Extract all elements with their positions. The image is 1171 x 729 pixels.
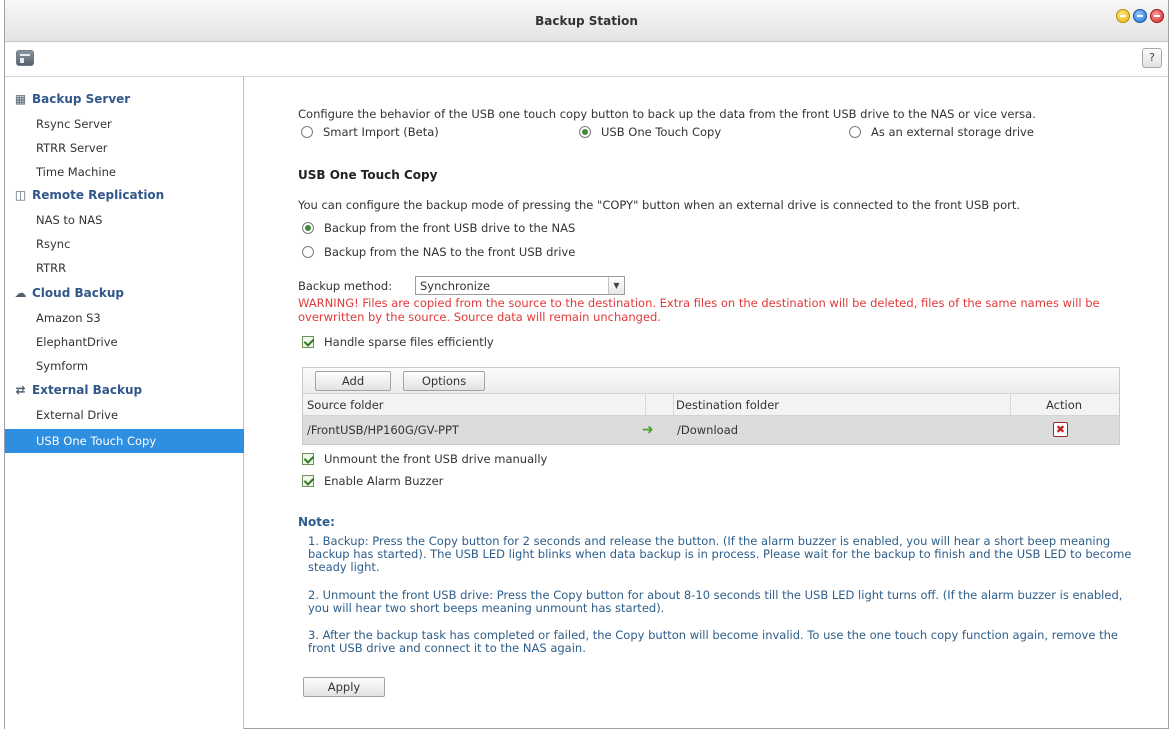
column-divider (645, 394, 646, 416)
source-folder-cell: /FrontUSB/HP160G/GV-PPT (307, 423, 459, 437)
title-bar: Backup Station (5, 0, 1168, 42)
sparse-files-label: Handle sparse files efficiently (324, 335, 494, 349)
sidebar-item-label: NAS to NAS (36, 213, 103, 227)
menu-toggle-icon[interactable] (16, 50, 34, 66)
arrow-right-icon: ➜ (642, 422, 654, 438)
sidebar-group-backup-server[interactable]: ▦ Backup Server (5, 88, 244, 112)
sidebar-item-label: Time Machine (36, 165, 116, 179)
sidebar-item-label: Symform (36, 359, 89, 373)
sidebar-group-label: External Backup (32, 383, 143, 397)
help-button[interactable]: ? (1142, 48, 1162, 68)
close-icon[interactable] (1150, 9, 1164, 23)
sidebar-item-elephantdrive[interactable]: ElephantDrive (5, 330, 244, 354)
backup-method-select[interactable]: Synchronize ▼ (415, 276, 625, 295)
radio-label-external-storage: As an external storage drive (871, 125, 1034, 139)
replication-icon: ◫ (14, 188, 27, 202)
alarm-buzzer-label: Enable Alarm Buzzer (324, 474, 444, 488)
radio-smart-import[interactable] (301, 126, 313, 138)
cloud-icon: ☁ (14, 286, 27, 300)
options-button[interactable]: Options (403, 371, 485, 391)
sidebar-item-label: USB One Touch Copy (36, 434, 157, 448)
sidebar-item-rtrr[interactable]: RTRR (5, 256, 244, 280)
sidebar-item-rsync-server[interactable]: Rsync Server (5, 112, 244, 136)
unmount-manually-checkbox[interactable] (302, 453, 314, 465)
main-content: Configure the behavior of the USB one to… (245, 77, 1170, 729)
column-header-source: Source folder (307, 398, 384, 412)
radio-nas-to-usb[interactable] (302, 246, 314, 258)
radio-external-storage[interactable] (849, 126, 861, 138)
destination-folder-cell: /Download (677, 423, 739, 437)
chevron-down-icon: ▼ (608, 277, 624, 294)
sync-icon: ⇄ (15, 383, 26, 397)
sidebar-item-rsync[interactable]: Rsync (5, 232, 244, 256)
sidebar-item-rtrr-server[interactable]: RTRR Server (5, 136, 244, 160)
sidebar: ▦ Backup Server Rsync Server RTRR Server… (5, 77, 244, 729)
table-row[interactable]: /FrontUSB/HP160G/GV-PPT ➜ /Download ✖ (303, 416, 1119, 444)
sidebar-item-symform[interactable]: Symform (5, 354, 244, 378)
intro-text: Configure the behavior of the USB one to… (298, 107, 1036, 121)
column-divider (673, 394, 674, 416)
sidebar-item-nas-to-nas[interactable]: NAS to NAS (5, 208, 244, 232)
minimize-icon[interactable] (1116, 9, 1130, 23)
section-description: You can configure the backup mode of pre… (298, 198, 1021, 212)
radio-usb-to-nas[interactable] (302, 222, 314, 234)
column-header-destination: Destination folder (676, 398, 780, 412)
alarm-buzzer-checkbox[interactable] (302, 475, 314, 487)
sidebar-group-label: Cloud Backup (32, 286, 124, 300)
sidebar-group-remote-replication[interactable]: ◫ Remote Replication (5, 184, 244, 208)
sidebar-item-external-drive[interactable]: External Drive (5, 403, 244, 427)
sidebar-item-amazon-s3[interactable]: Amazon S3 (5, 306, 244, 330)
delete-icon[interactable]: ✖ (1053, 422, 1068, 437)
sidebar-item-label: Rsync Server (36, 117, 112, 131)
window-title: Backup Station (535, 14, 638, 28)
sidebar-item-time-machine[interactable]: Time Machine (5, 160, 244, 184)
radio-usb-one-touch-copy[interactable] (579, 126, 591, 138)
note-item-3: 3. After the backup task has completed o… (308, 628, 1118, 655)
section-title: USB One Touch Copy (298, 168, 438, 182)
sidebar-group-cloud-backup[interactable]: ☁ Cloud Backup (5, 282, 244, 306)
sidebar-item-label: Rsync (36, 237, 71, 251)
sparse-files-checkbox[interactable] (302, 336, 314, 348)
column-divider (1010, 394, 1011, 416)
note-item-2: 2. Unmount the front USB drive: Press th… (308, 588, 1123, 615)
sidebar-item-label: RTRR (36, 261, 67, 275)
sidebar-group-external-backup[interactable]: ⇄ External Backup (5, 379, 244, 403)
radio-label-nas-to-usb: Backup from the NAS to the front USB dri… (324, 245, 576, 259)
apply-button[interactable]: Apply (303, 677, 385, 697)
sidebar-item-label: Amazon S3 (36, 311, 101, 325)
radio-label-smart-import: Smart Import (Beta) (323, 125, 439, 139)
note-item-1: 1. Backup: Press the Copy button for 2 s… (308, 534, 1132, 574)
add-button[interactable]: Add (315, 371, 391, 391)
backup-method-label: Backup method: (298, 279, 393, 293)
sidebar-item-label: ElephantDrive (36, 335, 118, 349)
sidebar-group-label: Remote Replication (32, 188, 165, 202)
grid-toolbar: Add Options (303, 368, 1119, 394)
note-title: Note: (298, 515, 335, 529)
unmount-manually-label: Unmount the front USB drive manually (324, 452, 548, 466)
radio-label-usb-one-touch-copy: USB One Touch Copy (601, 125, 722, 139)
radio-label-usb-to-nas: Backup from the front USB drive to the N… (324, 221, 576, 235)
backup-method-value: Synchronize (420, 279, 491, 293)
sidebar-item-usb-one-touch-copy[interactable]: USB One Touch Copy (5, 429, 244, 453)
sidebar-group-label: Backup Server (32, 92, 131, 106)
grid-header: Source folder Destination folder Action (303, 394, 1119, 416)
server-icon: ▦ (14, 92, 27, 106)
maximize-icon[interactable] (1133, 9, 1147, 23)
sidebar-item-label: RTRR Server (36, 141, 108, 155)
backup-station-window: Backup Station ? ▦ Backup Server Rsync S… (4, 0, 1169, 729)
warning-text: WARNING! Files are copied from the sourc… (298, 296, 1100, 324)
column-header-action: Action (1046, 398, 1083, 412)
sidebar-item-label: External Drive (36, 408, 119, 422)
folder-pair-grid: Add Options Source folder Destination fo… (302, 367, 1120, 445)
